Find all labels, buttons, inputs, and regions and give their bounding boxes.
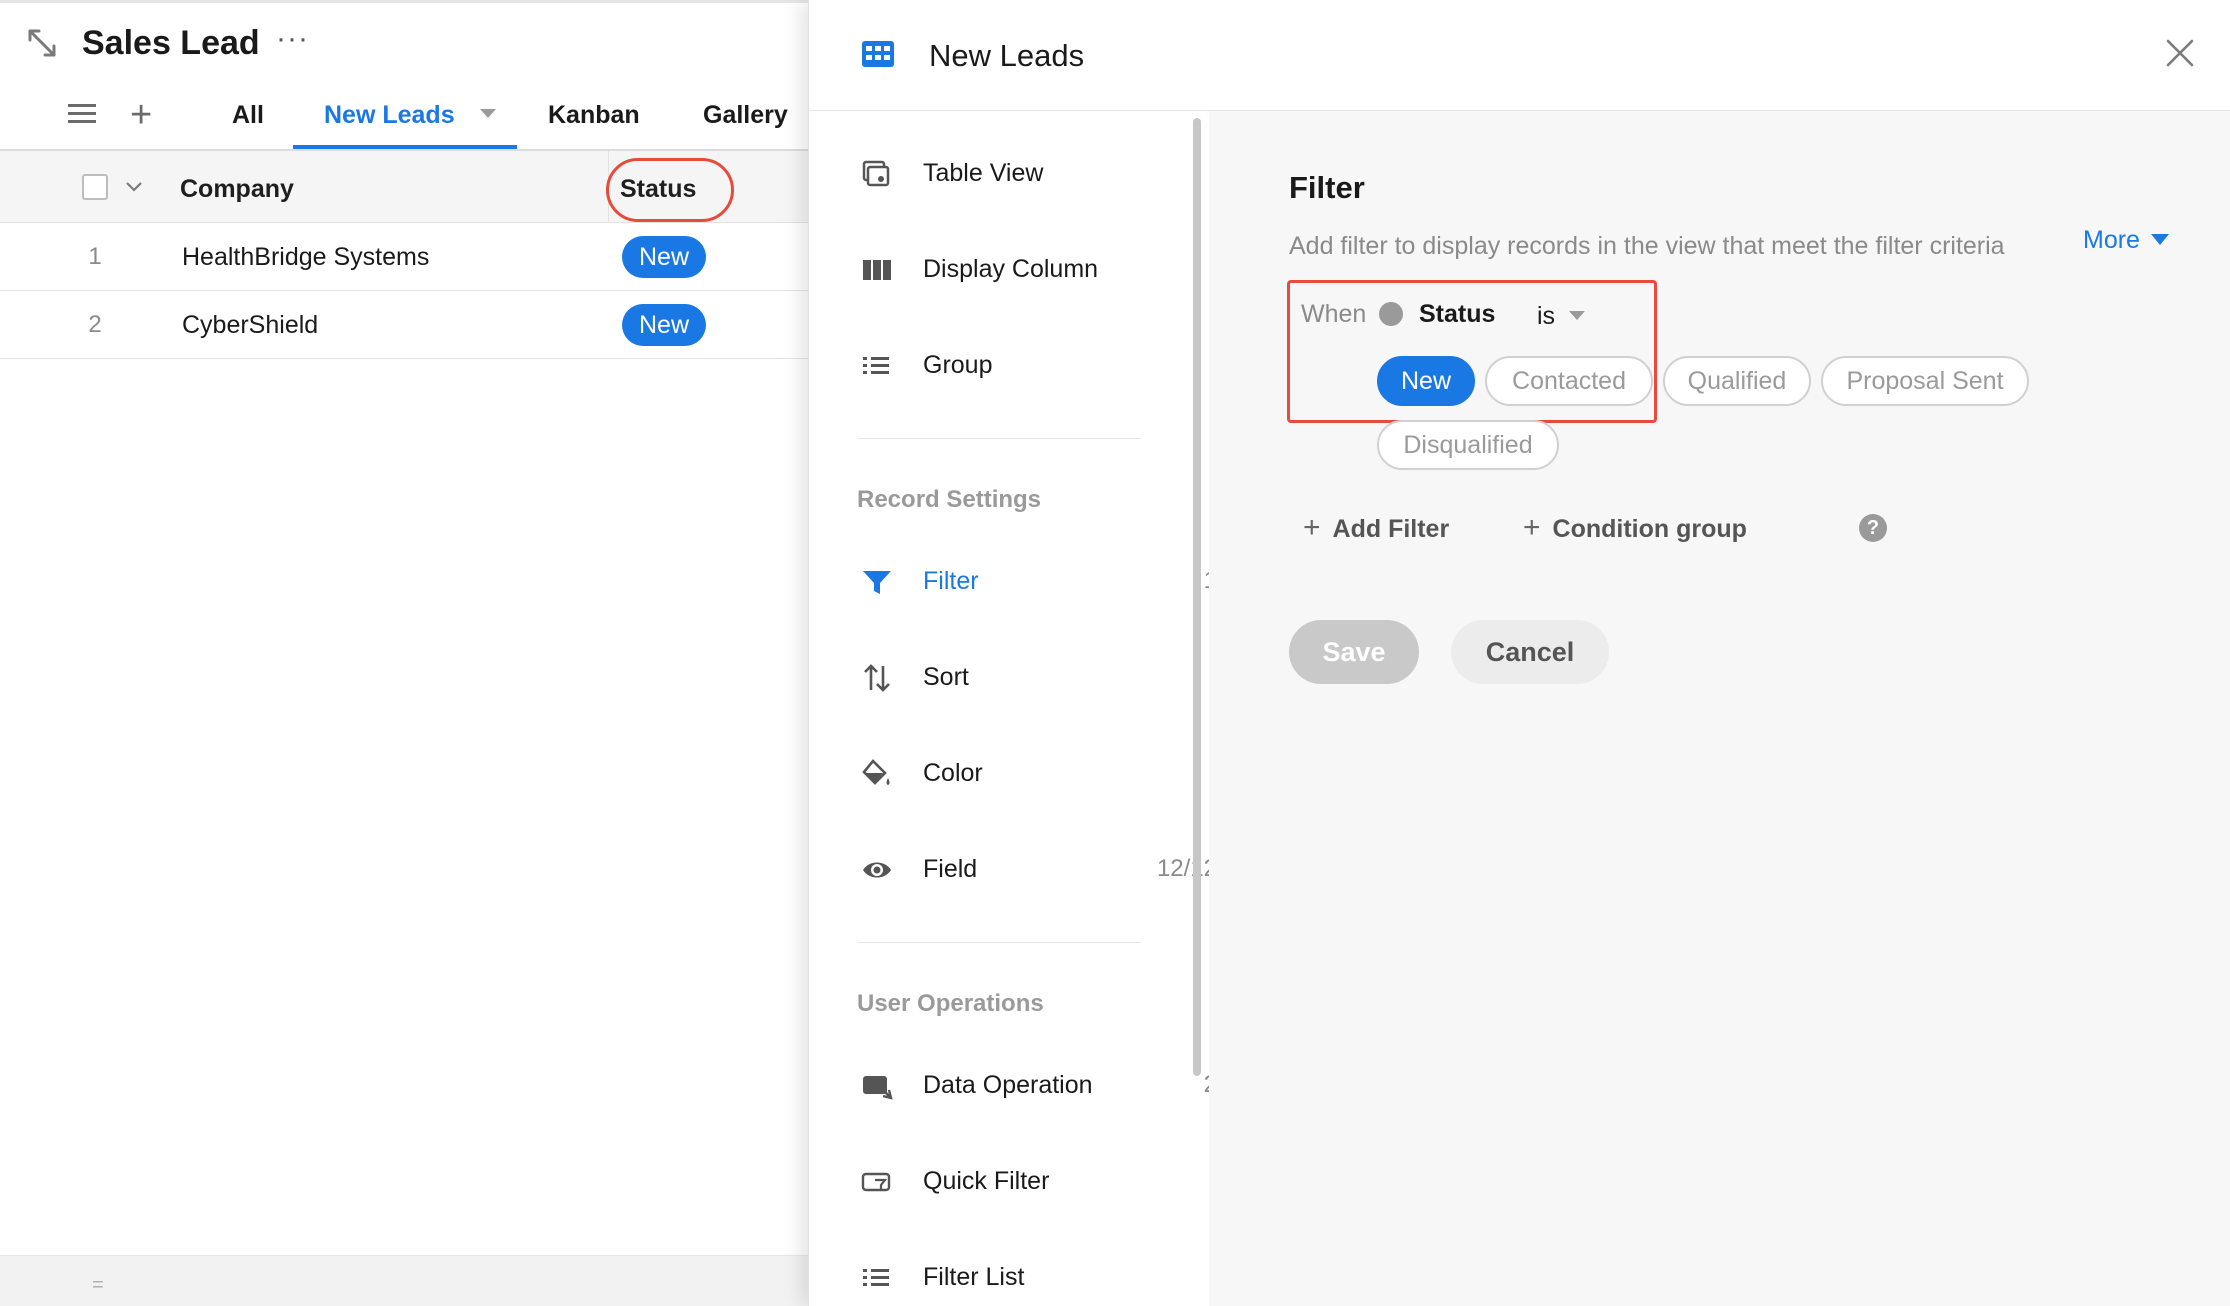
menu-label: Data Operation: [923, 1071, 1093, 1099]
select-all-checkbox[interactable]: [82, 174, 108, 200]
table-footer: [0, 1255, 808, 1306]
option-chip-proposal-sent[interactable]: Proposal Sent: [1821, 356, 2029, 406]
option-chip-disqualified[interactable]: Disqualified: [1377, 420, 1559, 470]
field-count: 12/12: [1156, 855, 1217, 882]
tab-gallery[interactable]: Gallery: [703, 99, 788, 131]
paint-bucket-icon: [862, 759, 890, 785]
cell-company: CyberShield: [182, 311, 319, 339]
divider: [857, 438, 1141, 439]
menu-item-quick-filter[interactable]: Quick Filter: [809, 1152, 1241, 1212]
expand-icon[interactable]: [26, 27, 58, 59]
scrollbar[interactable]: [1193, 118, 1201, 1076]
quick-filter-icon: [861, 1172, 891, 1192]
status-badge: New: [622, 236, 706, 278]
menu-item-filter-list[interactable]: Filter List: [809, 1248, 1241, 1306]
caret-down-icon[interactable]: [2151, 234, 2169, 245]
add-condition-group-button[interactable]: + Condition group: [1523, 512, 1747, 545]
menu-label: Group: [923, 351, 993, 379]
section-heading-user-operations: User Operations: [857, 990, 1044, 1017]
plus-icon: +: [1303, 511, 1321, 544]
row-number: 1: [88, 243, 102, 270]
menu-item-data-operation[interactable]: Data Operation 2: [809, 1056, 1241, 1116]
tab-all[interactable]: All: [232, 99, 264, 131]
add-filter-button[interactable]: + Add Filter: [1303, 512, 1449, 545]
menu-label: Quick Filter: [923, 1167, 1050, 1195]
close-icon[interactable]: [2165, 38, 2195, 68]
menu-label: Filter List: [923, 1263, 1025, 1291]
tab-dropdown-icon[interactable]: [480, 109, 496, 118]
group-list-icon: [863, 357, 889, 374]
chevron-down-icon[interactable]: [124, 177, 144, 197]
field-type-icon: [1379, 302, 1403, 326]
filter-icon: [863, 571, 891, 594]
menu-item-sort[interactable]: Sort: [809, 648, 1241, 708]
panel-title: New Leads: [929, 38, 1085, 73]
condition-group-label: Condition group: [1552, 515, 1747, 543]
filter-description: Add filter to display records in the vie…: [1289, 232, 2005, 260]
menu-label: Sort: [923, 663, 969, 691]
table-view-icon: [862, 160, 890, 187]
menu-label: Color: [923, 759, 983, 787]
menu-label: Display Column: [923, 255, 1099, 283]
option-chip-contacted[interactable]: Contacted: [1485, 356, 1653, 406]
cell-company: HealthBridge Systems: [182, 243, 430, 271]
menu-item-filter[interactable]: Filter 1: [809, 552, 1241, 612]
filter-heading: Filter: [1289, 170, 1365, 205]
more-link[interactable]: More: [2083, 224, 2140, 256]
menu-item-group[interactable]: Group: [809, 336, 1241, 396]
section-heading-record-settings: Record Settings: [857, 486, 1042, 513]
table-row[interactable]: 1 HealthBridge Systems New: [0, 223, 808, 291]
tab-kanban[interactable]: Kanban: [548, 99, 640, 131]
column-header-company[interactable]: Company: [180, 173, 294, 205]
option-chip-qualified[interactable]: Qualified: [1663, 356, 1811, 406]
eye-icon: [863, 862, 891, 878]
option-chip-new[interactable]: New: [1377, 356, 1475, 406]
tab-new-leads[interactable]: New Leads: [324, 99, 455, 131]
more-options-icon[interactable]: ···: [276, 19, 309, 59]
menu-label: Filter: [923, 567, 979, 595]
list-icon: [863, 1269, 889, 1286]
condition-operator-select[interactable]: is: [1537, 300, 1555, 332]
menu-label: Field: [923, 855, 978, 883]
page-title: Sales Lead: [82, 24, 260, 62]
table-row[interactable]: 2 CyberShield New: [0, 291, 808, 359]
add-filter-label: Add Filter: [1332, 515, 1450, 543]
resize-handle[interactable]: =: [92, 1275, 104, 1295]
save-button[interactable]: Save: [1289, 620, 1419, 684]
plus-icon: +: [1523, 511, 1541, 544]
menu-item-field[interactable]: Field 12/12: [809, 840, 1241, 900]
annotation-circle: [606, 158, 734, 222]
columns-icon: [863, 260, 891, 280]
row-number: 2: [88, 311, 102, 338]
sort-icon: [864, 664, 890, 692]
status-badge: New: [622, 304, 706, 346]
add-view-button[interactable]: +: [130, 96, 152, 134]
menu-label: Table View: [923, 159, 1044, 187]
caret-down-icon[interactable]: [1569, 311, 1585, 320]
table-page: Sales Lead ··· + All New Leads Kanban Ga…: [0, 0, 808, 1306]
condition-field-select[interactable]: Status: [1419, 298, 1495, 330]
help-icon[interactable]: ?: [1859, 514, 1887, 542]
menu-item-table-view[interactable]: Table View: [809, 144, 1241, 204]
data-operation-icon: [863, 1076, 893, 1100]
view-list-icon[interactable]: [68, 104, 96, 126]
menu-item-color[interactable]: Color: [809, 744, 1241, 804]
when-label: When: [1301, 300, 1367, 328]
table-grid-icon: [862, 41, 894, 67]
cancel-button[interactable]: Cancel: [1451, 620, 1609, 684]
view-settings-panel: New Leads Table View Display Column Grou…: [808, 0, 2230, 1306]
divider: [857, 942, 1141, 943]
menu-item-display-column[interactable]: Display Column: [809, 240, 1241, 300]
